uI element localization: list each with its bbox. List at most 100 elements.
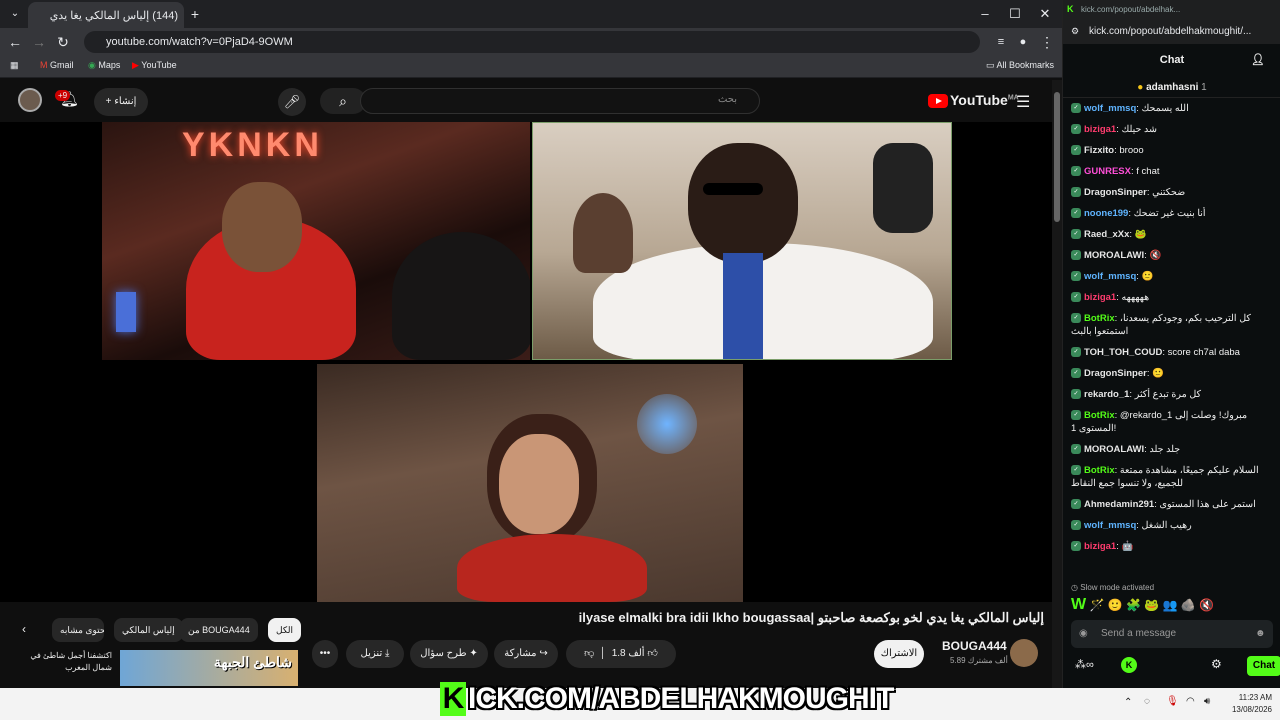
page-scrollbar[interactable] <box>1052 80 1062 688</box>
profile-icon[interactable]: ● <box>1012 32 1034 52</box>
chat-username[interactable]: MOROALAWI <box>1084 250 1144 261</box>
chat-username[interactable]: wolf_mmsq <box>1084 271 1136 282</box>
download-button[interactable]: تنزيل ⤓ <box>346 640 404 668</box>
ask-button[interactable]: طرح سؤال ✦ <box>410 640 488 668</box>
chat-footer: ⁂∞ K ⚙ Chat <box>1071 656 1280 676</box>
close-icon[interactable]: ✕ <box>1030 4 1060 24</box>
chat-text: ضحكتني <box>1152 187 1186 198</box>
youtube-logo[interactable]: YouTubeMA <box>928 92 1019 109</box>
chat-username[interactable]: biziga1 <box>1084 541 1116 552</box>
bookmark-gmail[interactable]: M Gmail <box>40 60 74 70</box>
new-tab-icon[interactable]: + <box>184 4 206 24</box>
chip-all[interactable]: الكل <box>268 618 302 642</box>
chip-elmalki[interactable]: إلياس المالكي <box>114 618 183 642</box>
create-button[interactable]: + إنشاء <box>94 88 148 116</box>
extensions-icon[interactable]: ≡ <box>990 32 1012 52</box>
chrome-menu-icon[interactable]: ⋮ <box>1036 32 1058 52</box>
chat-username[interactable]: Ahmedamin291 <box>1084 499 1154 510</box>
share-button[interactable]: مشاركة ↪ <box>494 640 558 668</box>
chat-username[interactable]: GUNRESX <box>1084 166 1131 177</box>
tab-title: (144) إلياس المالكي يغا يدي <box>49 10 178 22</box>
chat-username[interactable]: DragonSinper <box>1084 187 1147 198</box>
account-avatar[interactable] <box>18 88 42 112</box>
maximize-icon[interactable]: ☐ <box>1000 4 1030 24</box>
tab-youtube[interactable]: (144) إلياس المالكي يغا يدي <box>28 2 184 28</box>
dislike-icon[interactable]: 👎︎ <box>584 648 594 659</box>
like-count[interactable]: 1.8 ألف <box>612 648 645 659</box>
send-message-input[interactable]: ◉ Send a message ☻ <box>1071 620 1273 648</box>
more-actions-icon[interactable]: ••• <box>312 640 338 668</box>
site-info-icon[interactable]: ⚙︎ <box>1071 26 1079 37</box>
emote-row[interactable]: 🪄 🙂 🧩 🐸 👥 🪨 🔇 <box>1089 598 1214 612</box>
apps-icon[interactable]: ▦ <box>10 60 19 71</box>
chat-badge-icon: ✓ <box>1071 145 1081 156</box>
emote-bar[interactable]: W 🪄 🙂 🧩 🐸 👥 🪨 🔇 <box>1071 596 1275 616</box>
chat-text: 🤖 <box>1121 541 1134 552</box>
chip-from-channel[interactable]: من BOUGA444 <box>180 618 258 642</box>
kick-window-titlebar: K kick.com/popout/abdelhak... <box>1063 0 1280 22</box>
kick-address-bar[interactable]: ⚙︎ kick.com/popout/abdelhakmoughit/... <box>1063 22 1280 44</box>
scrollbar-thumb[interactable] <box>1054 92 1060 222</box>
bookmark-maps[interactable]: ◉ Maps <box>88 60 120 71</box>
all-bookmarks[interactable]: ▭ All Bookmarks <box>986 60 1054 71</box>
chat-send-button[interactable]: Chat <box>1247 656 1280 676</box>
chat-text: الله يسمحك <box>1141 103 1189 114</box>
bookmark-youtube[interactable]: ▶ YouTube <box>132 60 177 71</box>
sunglasses <box>703 183 763 195</box>
video-player[interactable]: YKNKN <box>0 122 1052 602</box>
chip-similar[interactable]: محتوى مشابه <box>52 618 104 642</box>
tab-search-icon[interactable]: ⌄ <box>4 4 26 24</box>
youtube-play-icon <box>928 94 948 109</box>
system-clock[interactable]: 11:23 AM 13/08/2026 <box>1222 692 1272 716</box>
pinned-gifter[interactable]: ● adamhasni 1 <box>1063 78 1280 98</box>
channel-name[interactable]: BOUGA444 <box>942 639 1007 653</box>
chat-username[interactable]: DragonSinper <box>1084 368 1147 379</box>
chat-username[interactable]: BotRix <box>1084 410 1115 421</box>
microphone <box>873 143 933 233</box>
kick-k-icon[interactable]: K <box>1121 657 1137 673</box>
person-red-top <box>457 534 647 602</box>
address-bar[interactable]: youtube.com/watch?v=0PjaD4-9OWM <box>84 31 980 53</box>
person-face <box>499 434 579 534</box>
wifi-icon[interactable]: ◠ <box>1186 696 1195 707</box>
chat-username[interactable]: biziga1 <box>1084 124 1116 135</box>
volume-icon[interactable]: 🔊︎ <box>1204 696 1210 707</box>
chat-username[interactable]: wolf_mmsq <box>1084 520 1136 531</box>
forward-icon[interactable]: → <box>28 32 50 52</box>
chat-username[interactable]: MOROALAWI <box>1084 444 1144 455</box>
chat-message: ✓ wolf_mmsq: 🙂 <box>1071 270 1271 283</box>
chat-badge-icon: ✓ <box>1071 313 1081 324</box>
chat-username[interactable]: BotRix <box>1084 313 1115 324</box>
tray-chevron-icon[interactable]: ⌃ <box>1124 697 1132 708</box>
chat-badge-icon: ✓ <box>1071 166 1081 177</box>
settings-gear-icon[interactable]: ⚙ <box>1211 657 1222 671</box>
like-icon[interactable]: 👍︎ <box>647 648 657 659</box>
emote-w[interactable]: W <box>1071 596 1086 613</box>
chevron-left-icon[interactable]: ‹ <box>22 622 26 636</box>
search-input[interactable]: بحث <box>360 88 760 114</box>
emote-picker-icon[interactable]: ☻ <box>1255 620 1266 648</box>
channel-avatar[interactable] <box>1010 639 1038 667</box>
chat-username[interactable]: Raed_xXx <box>1084 229 1129 240</box>
reload-icon[interactable]: ↻ <box>52 32 74 52</box>
mic-icon[interactable]: 🎙︎ <box>1166 696 1179 707</box>
chat-username[interactable]: rekardo_1 <box>1084 389 1129 400</box>
emoji-icon[interactable]: ◉ <box>1079 620 1088 648</box>
chat-badge-icon: ✓ <box>1071 465 1081 476</box>
chat-username[interactable]: wolf_mmsq <box>1084 103 1136 114</box>
chat-badge-icon: ✓ <box>1071 410 1081 421</box>
hamburger-menu-icon[interactable]: ☰ <box>1016 92 1030 112</box>
chat-username[interactable]: noone199 <box>1084 208 1128 219</box>
user-list-icon[interactable]: 👤︎ <box>1251 48 1265 72</box>
subscribe-button[interactable]: الاشتراك <box>874 640 924 668</box>
chat-username[interactable]: TOH_TOH_COUD <box>1084 347 1162 358</box>
network-icon[interactable]: ◌ <box>1144 696 1150 707</box>
suggested-video[interactable]: اكتشفنا أجمل شاطئ في شمال المغرب شاطئ ال… <box>12 650 302 686</box>
voice-search-icon[interactable]: 🎤︎ <box>278 88 306 116</box>
chat-username[interactable]: Fizxito <box>1084 145 1114 156</box>
back-icon[interactable]: ← <box>4 32 26 52</box>
chat-username[interactable]: BotRix <box>1084 465 1115 476</box>
chat-username[interactable]: biziga1 <box>1084 292 1116 303</box>
minimize-icon[interactable]: – <box>970 4 1000 24</box>
points-icon[interactable]: ⁂∞ <box>1075 658 1094 671</box>
